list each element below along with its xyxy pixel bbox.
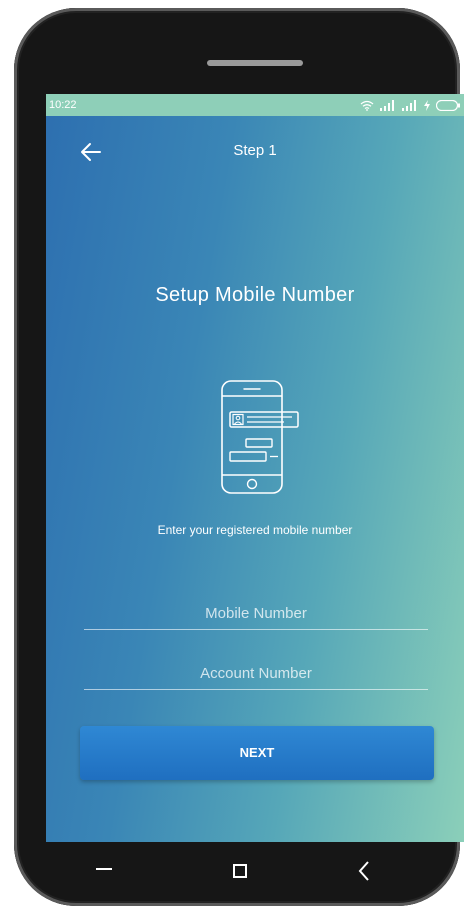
phone-frame: 10:22 Step 1 Setup Mobile Number Enter y… [14, 8, 464, 906]
account-number-input[interactable] [84, 659, 428, 687]
home-square-icon[interactable] [220, 850, 260, 890]
wifi-icon [360, 100, 374, 111]
next-button[interactable]: NEXT [80, 726, 434, 780]
battery-icon [436, 99, 460, 111]
status-icons [360, 98, 460, 112]
phone-speaker [207, 60, 303, 66]
back-chevron-icon[interactable] [344, 850, 384, 890]
phone-chat-icon [221, 380, 299, 494]
app-screen: 10:22 Step 1 Setup Mobile Number Enter y… [46, 94, 464, 842]
mobile-number-field [84, 599, 428, 630]
charging-icon [424, 99, 430, 111]
signal-icon [402, 99, 416, 111]
setup-heading: Setup Mobile Number [155, 284, 355, 306]
account-number-field [84, 659, 428, 690]
status-time: 10:22 [49, 99, 77, 111]
system-nav-bar [14, 842, 460, 900]
mobile-number-input[interactable] [84, 599, 428, 627]
signal-icon [380, 99, 394, 111]
menu-icon[interactable] [84, 850, 124, 890]
page-title: Step 1 [233, 142, 277, 159]
instruction-text: Enter your registered mobile number [157, 523, 353, 537]
status-bar: 10:22 [46, 94, 464, 116]
app-bar: Step 1 [46, 116, 464, 186]
